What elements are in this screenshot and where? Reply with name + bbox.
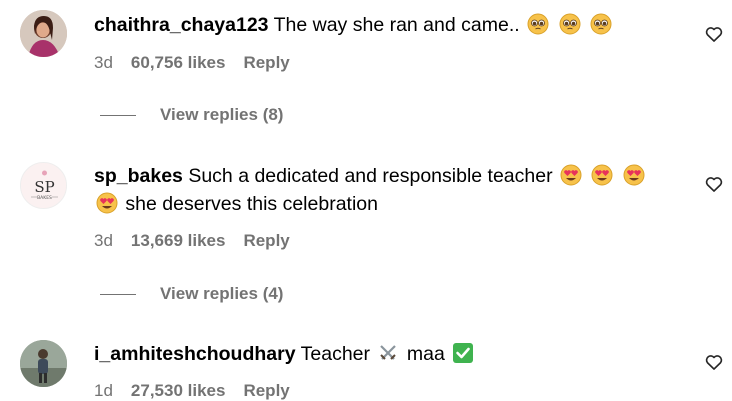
heart-eyes-icon [94,192,125,215]
likes-count[interactable]: 60,756 likes [131,53,226,73]
pleading-face-icon [525,13,556,36]
pleading-face-icon [557,13,588,36]
like-heart-icon[interactable] [704,352,724,372]
comment-age: 3d [94,53,113,72]
heart-eyes-icon [558,164,589,187]
comment-age: 1d [94,381,113,400]
avatar[interactable]: SP BAKES [20,162,67,209]
divider-line [100,114,136,116]
like-heart-icon[interactable] [704,24,724,44]
comment-username[interactable]: chaithra_chaya123 [94,14,269,36]
reply-button[interactable]: Reply [243,231,289,251]
crossed-swords-icon [375,343,406,365]
likes-count[interactable]: 13,669 likes [131,231,226,251]
like-heart-icon[interactable] [704,174,724,194]
comment-meta: 3d 60,756 likes Reply [94,53,290,73]
comment-body: Such a dedicated and responsible teacher [188,165,553,187]
avatar[interactable] [20,10,67,57]
comment-text: sp_bakes Such a dedicated and responsibl… [94,162,674,218]
view-replies-label: View replies (8) [160,105,284,124]
comment-meta: 3d 13,669 likes Reply [94,231,290,251]
view-replies-label: View replies (4) [160,284,284,303]
avatar-logo-text: SP [34,178,54,196]
view-replies-button[interactable]: View replies (4) [100,284,283,304]
comment-username[interactable]: sp_bakes [94,165,183,187]
comment-age: 3d [94,231,113,250]
comment-text: i_amhiteshchoudhary Teacher maa [94,340,674,368]
comment-text: chaithra_chaya123 The way she ran and ca… [94,11,674,39]
likes-count[interactable]: 27,530 likes [131,381,226,401]
comment-body-continued: she deserves this celebration [125,193,378,215]
pleading-face-icon [588,13,614,36]
comment-body: Teacher [300,343,371,365]
avatar[interactable] [20,340,67,387]
heart-eyes-icon [621,164,647,187]
heart-eyes-icon [589,164,620,187]
comment-meta: 1d 27,530 likes Reply [94,381,290,401]
view-replies-button[interactable]: View replies (8) [100,105,283,125]
check-mark-button-icon [445,343,476,365]
divider-line [100,293,136,295]
comment-body-continued: maa [406,343,445,365]
reply-button[interactable]: Reply [243,381,289,401]
avatar-logo-subtext: BAKES [37,195,52,201]
comment-body: The way she ran and came.. [273,14,520,36]
comment-username[interactable]: i_amhiteshchoudhary [94,343,296,365]
reply-button[interactable]: Reply [243,53,289,73]
